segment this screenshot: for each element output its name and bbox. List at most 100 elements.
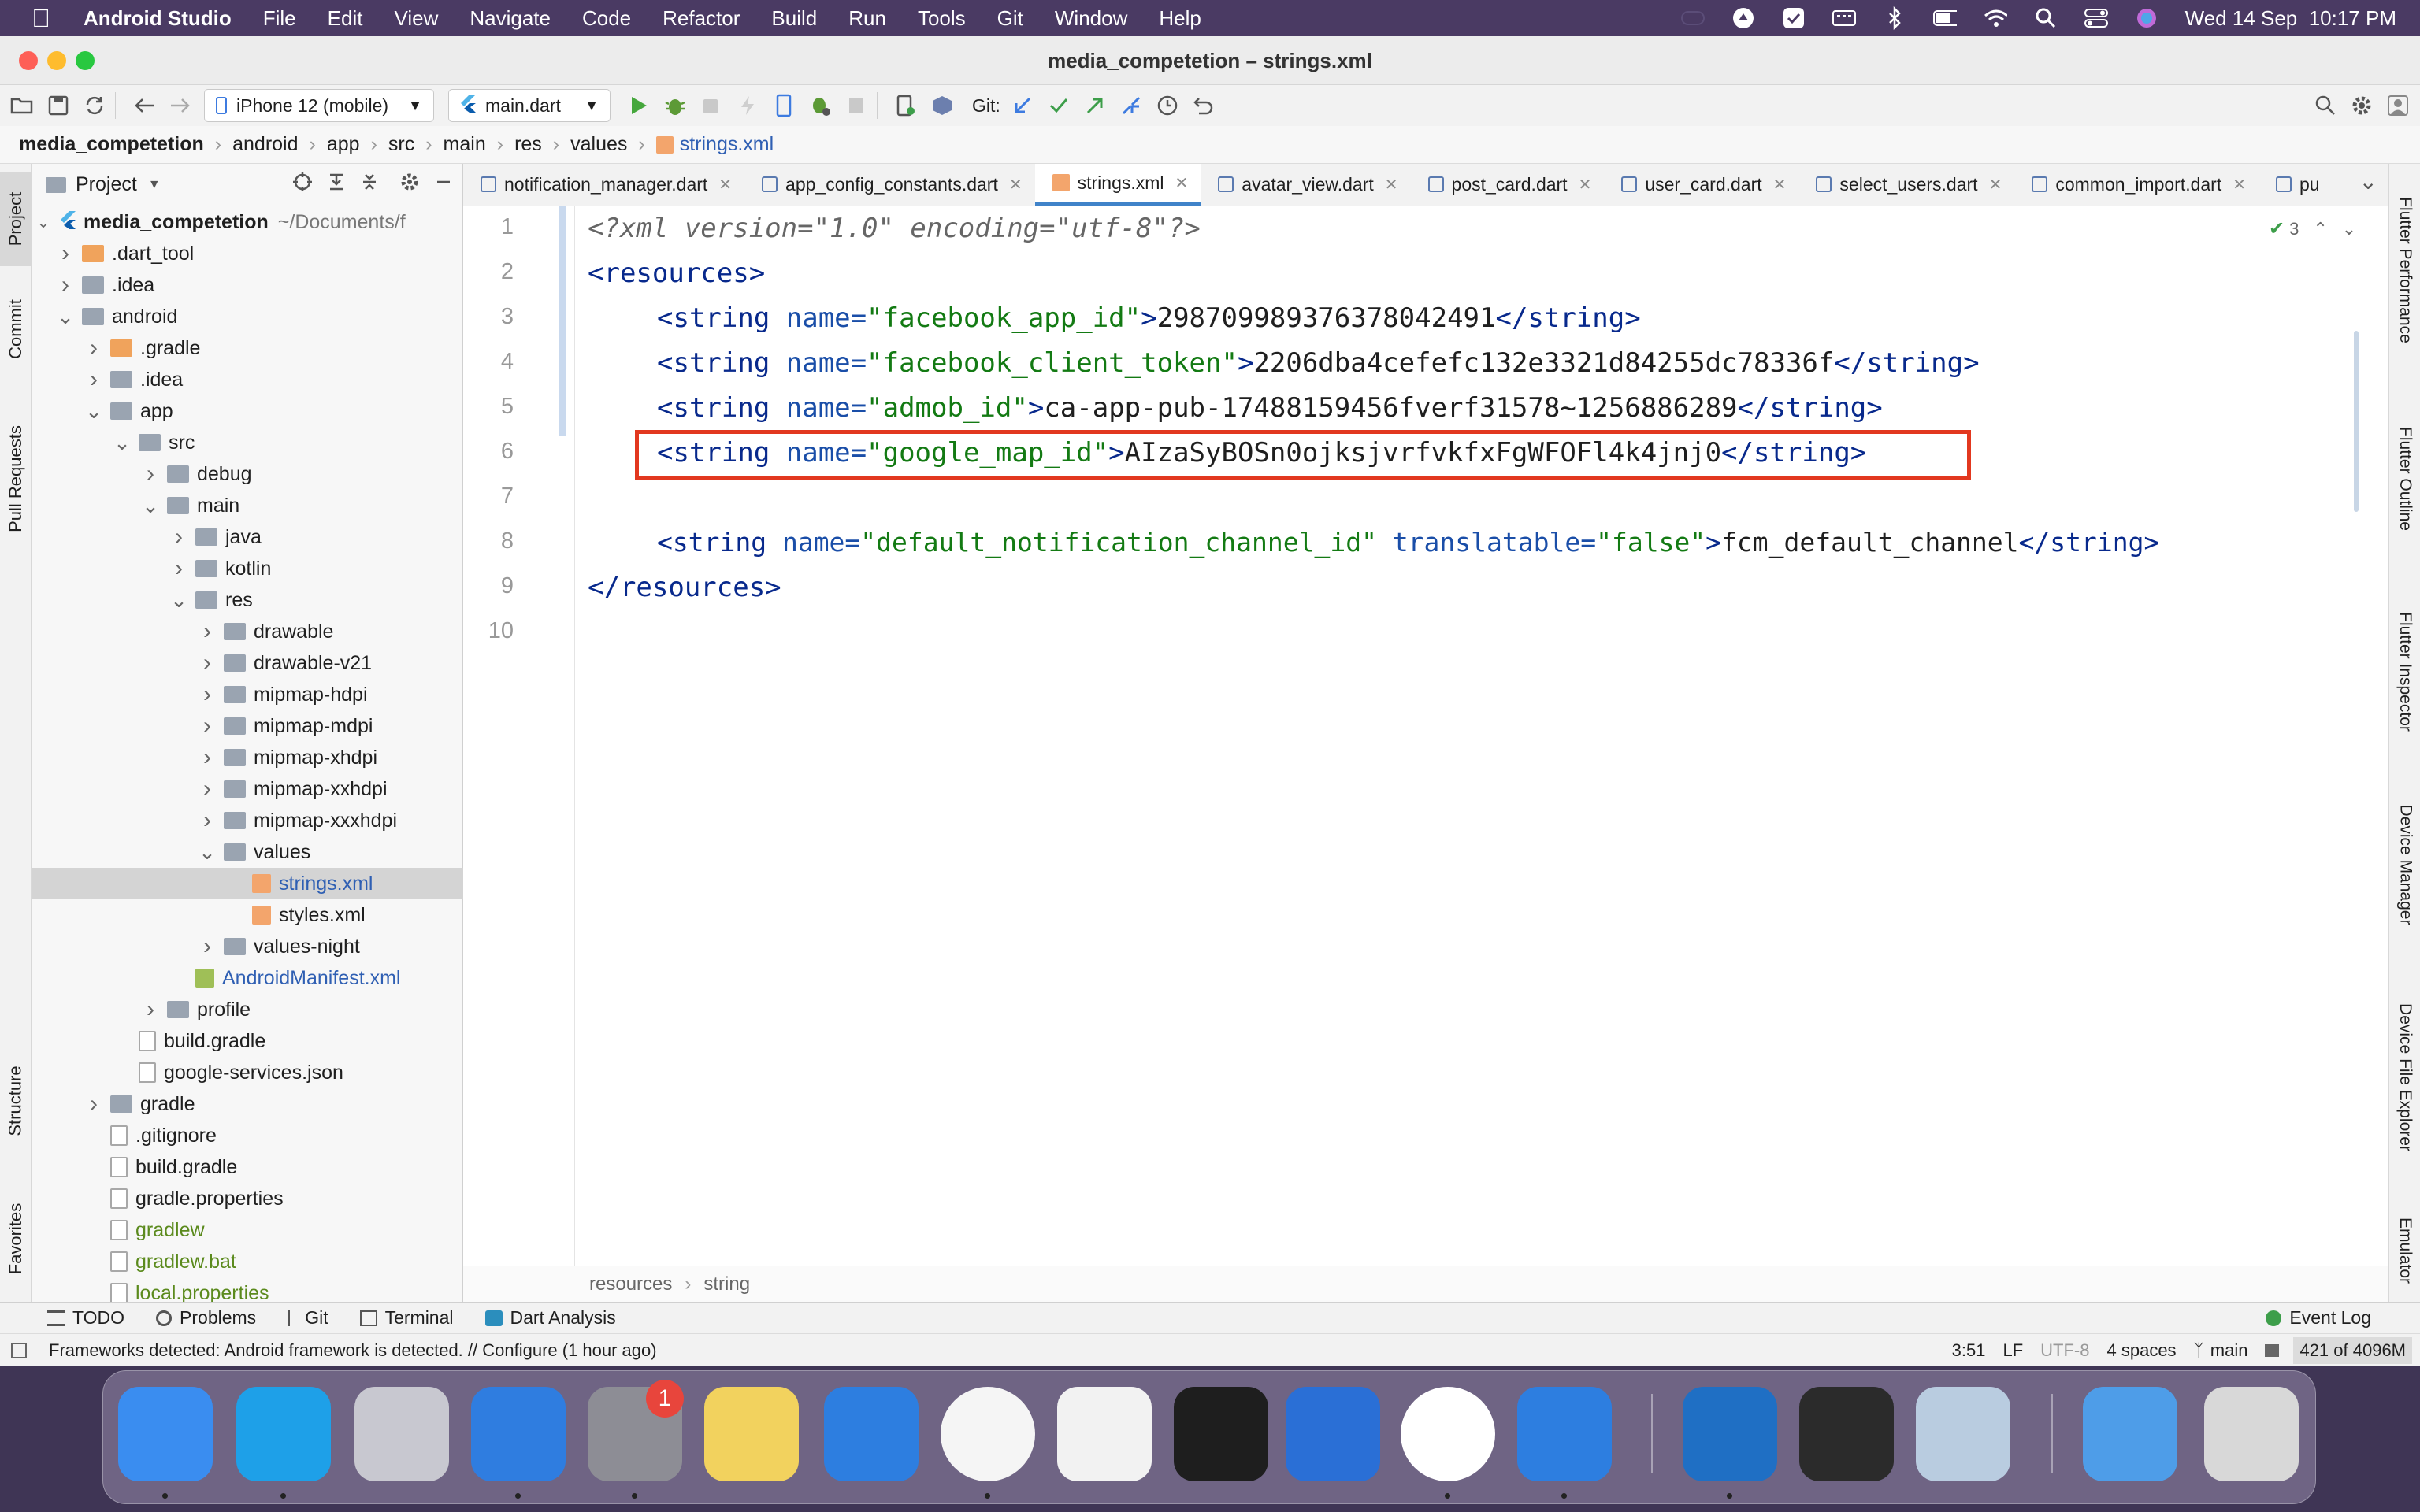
chevron-right-icon[interactable]: › <box>199 776 216 802</box>
tree-row-dart-tool[interactable]: › .dart_tool <box>32 238 463 269</box>
history-clock-icon[interactable] <box>1153 91 1182 120</box>
tree-row-idea[interactable]: › .idea <box>32 364 463 395</box>
dock-app-proxyman-icon[interactable] <box>1286 1387 1380 1481</box>
apple-menu-icon[interactable]:  <box>27 4 55 32</box>
lock-icon[interactable] <box>2265 1343 2280 1357</box>
close-tab-icon[interactable]: ✕ <box>1385 175 1398 195</box>
editor-tab-strings-xml[interactable]: strings.xml ✕ <box>1034 164 1201 206</box>
tool-tab-pull-requests[interactable]: Pull Requests <box>0 400 32 558</box>
git-commit-icon[interactable] <box>1045 91 1073 120</box>
chevron-right-icon[interactable]: › <box>85 1091 102 1117</box>
save-all-icon[interactable] <box>44 91 72 120</box>
tool-tab-flutter-inspector[interactable]: Flutter Inspector <box>2389 589 2420 754</box>
tool-tab-commit[interactable]: Commit <box>0 282 32 376</box>
wifi-icon[interactable] <box>1984 6 2007 30</box>
close-tab-icon[interactable]: ✕ <box>1175 173 1189 193</box>
inspection-widget[interactable]: ✔ 3 ⌃ ⌄ <box>2269 217 2356 240</box>
tool-tab-structure[interactable]: Structure <box>0 1038 32 1164</box>
tree-row-gradlew[interactable]: gradlew <box>32 1214 463 1246</box>
stop-icon[interactable] <box>842 91 870 120</box>
tree-row-build-gradle[interactable]: build.gradle <box>32 1025 463 1057</box>
dock-app-notes-icon[interactable] <box>704 1387 799 1481</box>
menu-tools[interactable]: Tools <box>918 6 966 31</box>
dock-app-figma-icon[interactable] <box>1174 1387 1268 1481</box>
editor-tab-post-card-dart[interactable]: post_card.dart ✕ <box>1411 164 1605 206</box>
spotlight-search-icon[interactable] <box>2034 6 2058 30</box>
dock-app-quicktime-icon[interactable] <box>1799 1387 1894 1481</box>
tree-row-drawable[interactable]: › drawable <box>32 616 463 647</box>
expand-all-icon[interactable] <box>327 172 346 198</box>
menu-help[interactable]: Help <box>1159 6 1201 31</box>
tree-row-mipmap-xhdpi[interactable]: › mipmap-xhdpi <box>32 742 463 773</box>
tree-row-google-services-json[interactable]: google-services.json <box>32 1057 463 1088</box>
chevron-right-icon[interactable]: › <box>85 366 102 393</box>
editor-path-resources[interactable]: resources <box>589 1273 672 1295</box>
breadcrumb-android[interactable]: android <box>232 133 298 156</box>
back-arrow-icon[interactable] <box>130 91 158 120</box>
battery-icon[interactable] <box>1932 6 1957 30</box>
git-push-icon[interactable] <box>1081 91 1109 120</box>
dock-app-vs-code-icon[interactable] <box>1683 1387 1777 1481</box>
editor-tab-notification-manager-dart[interactable]: notification_manager.dart ✕ <box>463 164 744 206</box>
dock-app-xcode-icon[interactable] <box>824 1387 919 1481</box>
bluetooth-icon[interactable] <box>1883 6 1906 30</box>
tree-row-gitignore[interactable]: .gitignore <box>32 1120 463 1151</box>
tool-dart-analysis[interactable]: Dart Analysis <box>484 1307 616 1329</box>
status-message[interactable]: Frameworks detected: Android framework i… <box>49 1340 657 1361</box>
tree-row-values[interactable]: ⌄ values <box>32 836 463 868</box>
tool-terminal[interactable]: Terminal <box>359 1307 454 1329</box>
tree-row-main[interactable]: ⌄ main <box>32 490 463 521</box>
tree-row-gradle[interactable]: › gradle <box>32 1088 463 1120</box>
siri-icon[interactable] <box>2135 6 2158 30</box>
chevron-down-icon[interactable]: ⌄ <box>85 399 102 424</box>
chevron-right-icon[interactable]: › <box>199 713 216 739</box>
tree-row-idea[interactable]: › .idea <box>32 269 463 301</box>
focus-icon[interactable] <box>1680 6 1705 30</box>
tool-problems[interactable]: Problems <box>156 1307 256 1329</box>
dock-app-chrome-icon[interactable] <box>941 1387 1035 1481</box>
tool-todo[interactable]: TODO <box>47 1307 124 1329</box>
tree-row-styles-xml[interactable]: styles.xml <box>32 899 463 931</box>
chevron-right-icon[interactable]: › <box>57 240 74 267</box>
control-center-icon[interactable] <box>2084 6 2108 30</box>
run-icon[interactable] <box>625 91 653 120</box>
dock-app-finder-icon[interactable] <box>118 1387 213 1481</box>
chevron-right-icon[interactable]: › <box>199 618 216 645</box>
line-separator[interactable]: LF <box>2002 1340 2023 1361</box>
chevron-right-icon[interactable]: › <box>170 555 187 582</box>
tree-row-profile[interactable]: › profile <box>32 994 463 1025</box>
chevron-right-icon[interactable]: › <box>142 461 159 487</box>
account-avatar-icon[interactable] <box>2384 91 2412 120</box>
tree-row-gradle[interactable]: › .gradle <box>32 332 463 364</box>
git-merge-icon[interactable] <box>1117 91 1145 120</box>
menu-file[interactable]: File <box>263 6 296 31</box>
dock-app-trash-icon[interactable] <box>2204 1387 2299 1481</box>
breadcrumb-app[interactable]: app <box>327 133 360 156</box>
chevron-up-icon[interactable]: ⌃ <box>2313 219 2327 239</box>
menu-window[interactable]: Window <box>1055 6 1127 31</box>
breadcrumb-main[interactable]: main <box>444 133 486 156</box>
settings-gear-icon[interactable] <box>2348 91 2376 120</box>
menu-navigate[interactable]: Navigate <box>470 6 551 31</box>
profile-icon[interactable] <box>697 91 726 120</box>
indent-setting[interactable]: 4 spaces <box>2107 1340 2177 1361</box>
tree-row-mipmap-xxhdpi[interactable]: › mipmap-xxhdpi <box>32 773 463 805</box>
tree-row-build-gradle[interactable]: build.gradle <box>32 1151 463 1183</box>
menu-git[interactable]: Git <box>997 6 1023 31</box>
vcs-change-marker[interactable] <box>559 206 566 436</box>
editor-tab-common-import-dart[interactable]: common_import.dart ✕ <box>2014 164 2259 206</box>
editor-tab-app-config-constants-dart[interactable]: app_config_constants.dart ✕ <box>744 164 1035 206</box>
chevron-down-icon[interactable]: ⌄ <box>113 431 131 455</box>
device-manager-icon[interactable] <box>892 91 920 120</box>
menu-bar-clock[interactable]: Wed 14 Sep 10:17 PM <box>2185 6 2396 31</box>
menu-view[interactable]: View <box>394 6 438 31</box>
breadcrumb-src[interactable]: src <box>388 133 414 156</box>
drive-icon[interactable] <box>1731 6 1755 30</box>
tool-tab-favorites[interactable]: Favorites <box>0 1180 32 1298</box>
tree-row-java[interactable]: › java <box>32 521 463 553</box>
keyboard-icon[interactable] <box>1832 6 1856 30</box>
app-menu[interactable]: Android Studio <box>84 6 232 31</box>
tool-event-log[interactable]: Event Log <box>2266 1307 2371 1329</box>
git-branch[interactable]: main <box>2210 1340 2248 1361</box>
tree-row-app[interactable]: ⌄ app <box>32 395 463 427</box>
